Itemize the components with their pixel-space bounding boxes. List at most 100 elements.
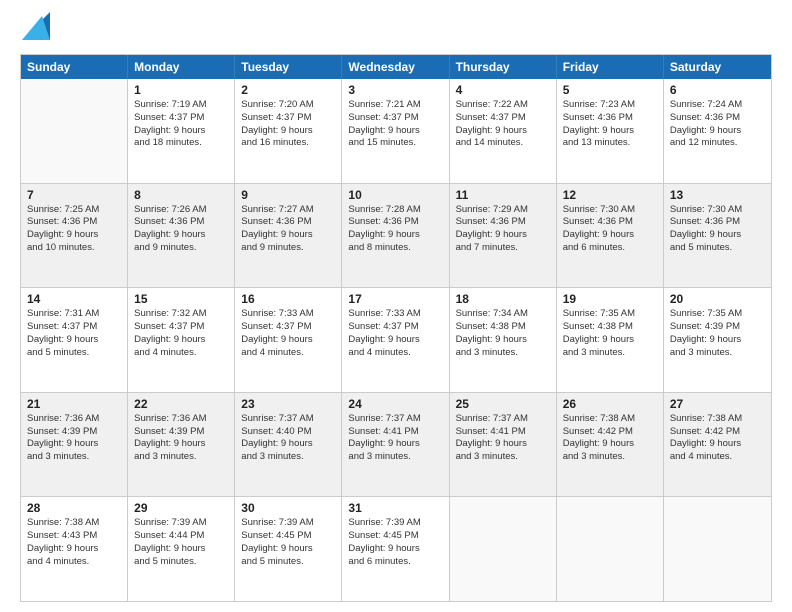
day-info: Sunrise: 7:35 AM Sunset: 4:39 PM Dayligh…	[670, 308, 765, 359]
day-cell-2: 2 Sunrise: 7:20 AM Sunset: 4:37 PM Daylig…	[235, 79, 342, 183]
day-number: 25	[456, 397, 550, 411]
day-number: 11	[456, 188, 550, 202]
day-info: Sunrise: 7:36 AM Sunset: 4:39 PM Dayligh…	[27, 413, 121, 464]
day-info: Sunrise: 7:32 AM Sunset: 4:37 PM Dayligh…	[134, 308, 228, 359]
calendar-body: 1 Sunrise: 7:19 AM Sunset: 4:37 PM Daylig…	[21, 79, 771, 601]
empty-cell	[21, 79, 128, 183]
day-cell-29: 29 Sunrise: 7:39 AM Sunset: 4:44 PM Dayli…	[128, 497, 235, 601]
calendar: SundayMondayTuesdayWednesdayThursdayFrid…	[20, 54, 772, 602]
day-number: 1	[134, 83, 228, 97]
day-number: 24	[348, 397, 442, 411]
day-cell-15: 15Sunrise: 7:32 AM Sunset: 4:37 PM Dayli…	[128, 288, 235, 392]
day-cell-5: 5 Sunrise: 7:23 AM Sunset: 4:36 PM Daylig…	[557, 79, 664, 183]
day-info: Sunrise: 7:24 AM Sunset: 4:36 PM Dayligh…	[670, 99, 765, 150]
page: SundayMondayTuesdayWednesdayThursdayFrid…	[0, 0, 792, 612]
day-info: Sunrise: 7:23 AM Sunset: 4:36 PM Dayligh…	[563, 99, 657, 150]
day-info: Sunrise: 7:39 AM Sunset: 4:45 PM Dayligh…	[348, 517, 442, 568]
day-info: Sunrise: 7:28 AM Sunset: 4:36 PM Dayligh…	[348, 204, 442, 255]
empty-cell	[557, 497, 664, 601]
day-info: Sunrise: 7:33 AM Sunset: 4:37 PM Dayligh…	[348, 308, 442, 359]
day-info: Sunrise: 7:26 AM Sunset: 4:36 PM Dayligh…	[134, 204, 228, 255]
day-header-saturday: Saturday	[664, 55, 771, 79]
day-info: Sunrise: 7:30 AM Sunset: 4:36 PM Dayligh…	[563, 204, 657, 255]
day-number: 4	[456, 83, 550, 97]
calendar-row: 14 Sunrise: 7:31 AM Sunset: 4:37 PM Dayli…	[21, 287, 771, 392]
calendar-row: 28 Sunrise: 7:38 AM Sunset: 4:43 PM Dayli…	[21, 496, 771, 601]
day-info: Sunrise: 7:37 AM Sunset: 4:41 PM Dayligh…	[348, 413, 442, 464]
day-header-sunday: Sunday	[21, 55, 128, 79]
day-info: Sunrise: 7:25 AM Sunset: 4:36 PM Dayligh…	[27, 204, 121, 255]
day-number: 31	[348, 501, 442, 515]
day-number: 3	[348, 83, 442, 97]
day-number: 21	[27, 397, 121, 411]
day-number: 16	[241, 292, 335, 306]
day-header-monday: Monday	[128, 55, 235, 79]
day-cell-20: 20 Sunrise: 7:35 AM Sunset: 4:39 PM Dayli…	[664, 288, 771, 392]
day-cell-26: 26 Sunrise: 7:38 AM Sunset: 4:42 PM Dayli…	[557, 393, 664, 497]
day-info: Sunrise: 7:31 AM Sunset: 4:37 PM Dayligh…	[27, 308, 121, 359]
day-number: 13	[670, 188, 765, 202]
day-cell-18: 18 Sunrise: 7:34 AM Sunset: 4:38 PM Dayli…	[450, 288, 557, 392]
day-info: Sunrise: 7:35 AM Sunset: 4:38 PM Dayligh…	[563, 308, 657, 359]
day-number: 12	[563, 188, 657, 202]
day-number: 14	[27, 292, 121, 306]
day-info: Sunrise: 7:38 AM Sunset: 4:42 PM Dayligh…	[670, 413, 765, 464]
day-info: Sunrise: 7:33 AM Sunset: 4:37 PM Dayligh…	[241, 308, 335, 359]
day-info: Sunrise: 7:39 AM Sunset: 4:44 PM Dayligh…	[134, 517, 228, 568]
day-info: Sunrise: 7:30 AM Sunset: 4:36 PM Dayligh…	[670, 204, 765, 255]
day-cell-22: 22 Sunrise: 7:36 AM Sunset: 4:39 PM Dayli…	[128, 393, 235, 497]
day-info: Sunrise: 7:36 AM Sunset: 4:39 PM Dayligh…	[134, 413, 228, 464]
day-cell-28: 28 Sunrise: 7:38 AM Sunset: 4:43 PM Dayli…	[21, 497, 128, 601]
day-number: 18	[456, 292, 550, 306]
day-info: Sunrise: 7:21 AM Sunset: 4:37 PM Dayligh…	[348, 99, 442, 150]
day-number: 7	[27, 188, 121, 202]
day-cell-19: 19 Sunrise: 7:35 AM Sunset: 4:38 PM Dayli…	[557, 288, 664, 392]
calendar-header: SundayMondayTuesdayWednesdayThursdayFrid…	[21, 55, 771, 79]
logo	[20, 16, 50, 44]
day-cell-3: 3 Sunrise: 7:21 AM Sunset: 4:37 PM Daylig…	[342, 79, 449, 183]
day-number: 2	[241, 83, 335, 97]
day-cell-30: 30 Sunrise: 7:39 AM Sunset: 4:45 PM Dayli…	[235, 497, 342, 601]
day-header-wednesday: Wednesday	[342, 55, 449, 79]
logo-icon	[22, 12, 50, 40]
day-info: Sunrise: 7:37 AM Sunset: 4:40 PM Dayligh…	[241, 413, 335, 464]
day-number: 23	[241, 397, 335, 411]
day-info: Sunrise: 7:19 AM Sunset: 4:37 PM Dayligh…	[134, 99, 228, 150]
day-number: 17	[348, 292, 442, 306]
day-info: Sunrise: 7:38 AM Sunset: 4:42 PM Dayligh…	[563, 413, 657, 464]
day-cell-9: 9 Sunrise: 7:27 AM Sunset: 4:36 PM Daylig…	[235, 184, 342, 288]
day-info: Sunrise: 7:38 AM Sunset: 4:43 PM Dayligh…	[27, 517, 121, 568]
day-number: 19	[563, 292, 657, 306]
day-number: 26	[563, 397, 657, 411]
day-number: 29	[134, 501, 228, 515]
day-info: Sunrise: 7:39 AM Sunset: 4:45 PM Dayligh…	[241, 517, 335, 568]
day-cell-4: 4 Sunrise: 7:22 AM Sunset: 4:37 PM Daylig…	[450, 79, 557, 183]
day-info: Sunrise: 7:27 AM Sunset: 4:36 PM Dayligh…	[241, 204, 335, 255]
day-info: Sunrise: 7:22 AM Sunset: 4:37 PM Dayligh…	[456, 99, 550, 150]
day-cell-12: 12 Sunrise: 7:30 AM Sunset: 4:36 PM Dayli…	[557, 184, 664, 288]
day-number: 20	[670, 292, 765, 306]
calendar-row: 21 Sunrise: 7:36 AM Sunset: 4:39 PM Dayli…	[21, 392, 771, 497]
day-cell-13: 13 Sunrise: 7:30 AM Sunset: 4:36 PM Dayli…	[664, 184, 771, 288]
day-info: Sunrise: 7:20 AM Sunset: 4:37 PM Dayligh…	[241, 99, 335, 150]
day-header-thursday: Thursday	[450, 55, 557, 79]
day-number: 22	[134, 397, 228, 411]
day-number: 9	[241, 188, 335, 202]
day-cell-10: 10 Sunrise: 7:28 AM Sunset: 4:36 PM Dayli…	[342, 184, 449, 288]
day-number: 8	[134, 188, 228, 202]
day-number: 27	[670, 397, 765, 411]
calendar-row: 1 Sunrise: 7:19 AM Sunset: 4:37 PM Daylig…	[21, 79, 771, 183]
day-number: 10	[348, 188, 442, 202]
day-number: 30	[241, 501, 335, 515]
day-header-friday: Friday	[557, 55, 664, 79]
day-cell-7: 7 Sunrise: 7:25 AM Sunset: 4:36 PM Daylig…	[21, 184, 128, 288]
day-cell-1: 1 Sunrise: 7:19 AM Sunset: 4:37 PM Daylig…	[128, 79, 235, 183]
day-number: 5	[563, 83, 657, 97]
day-number: 28	[27, 501, 121, 515]
empty-cell	[450, 497, 557, 601]
header	[20, 16, 772, 44]
day-cell-14: 14 Sunrise: 7:31 AM Sunset: 4:37 PM Dayli…	[21, 288, 128, 392]
day-cell-23: 23 Sunrise: 7:37 AM Sunset: 4:40 PM Dayli…	[235, 393, 342, 497]
day-info: Sunrise: 7:29 AM Sunset: 4:36 PM Dayligh…	[456, 204, 550, 255]
day-info: Sunrise: 7:34 AM Sunset: 4:38 PM Dayligh…	[456, 308, 550, 359]
